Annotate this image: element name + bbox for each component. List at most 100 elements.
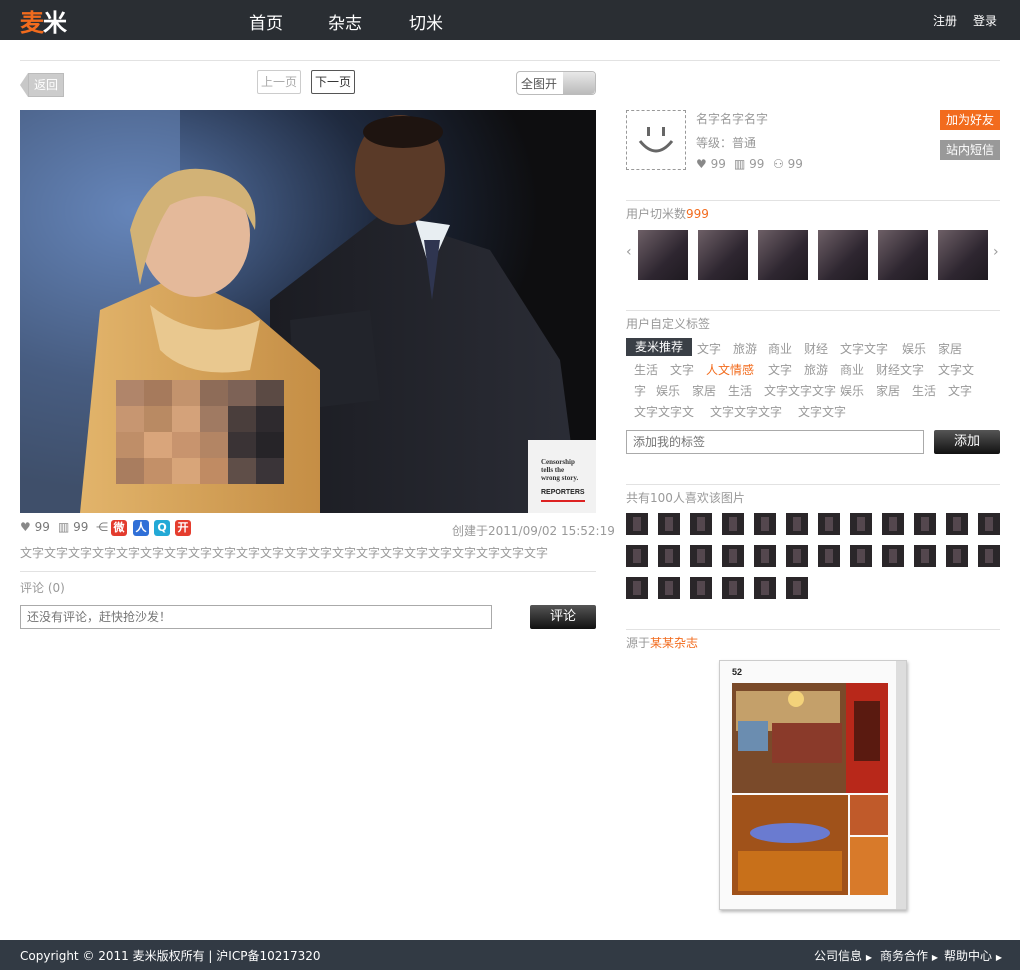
- liker-avatar[interactable]: [978, 513, 1000, 535]
- back-button[interactable]: 返回: [20, 73, 64, 97]
- liker-avatar[interactable]: [818, 513, 840, 535]
- tag[interactable]: 家居: [692, 382, 716, 399]
- tag[interactable]: 财经文字: [876, 361, 924, 378]
- tag[interactable]: 文字: [670, 361, 694, 378]
- user-views: ▥ 99: [734, 157, 764, 171]
- tag[interactable]: 文字文字: [840, 340, 888, 357]
- liker-avatar[interactable]: [786, 577, 808, 599]
- liker-avatar[interactable]: [914, 545, 936, 567]
- smiley-icon: [638, 127, 674, 153]
- register-link[interactable]: 注册: [933, 12, 957, 29]
- tag[interactable]: 字: [634, 382, 646, 399]
- tag[interactable]: 娱乐: [902, 340, 926, 357]
- liker-avatar[interactable]: [626, 577, 648, 599]
- liker-avatar[interactable]: [754, 577, 776, 599]
- liker-avatar[interactable]: [626, 513, 648, 535]
- liker-avatar[interactable]: [882, 513, 904, 535]
- renren-icon[interactable]: 人: [133, 520, 149, 536]
- nav-qiemi[interactable]: 切米: [409, 9, 443, 34]
- liker-avatar[interactable]: [850, 513, 872, 535]
- next-page-button[interactable]: 下一页: [311, 70, 355, 94]
- tag[interactable]: 生活: [634, 361, 658, 378]
- tag[interactable]: 娱乐: [656, 382, 680, 399]
- liker-avatar[interactable]: [850, 545, 872, 567]
- avatar[interactable]: [626, 110, 686, 170]
- liker-avatar[interactable]: [914, 513, 936, 535]
- qq-icon[interactable]: Q: [154, 520, 170, 536]
- magazine-page-thumbnail[interactable]: 52: [719, 660, 907, 910]
- fullscreen-toggle[interactable]: 全图开: [516, 71, 596, 95]
- liker-avatar[interactable]: [690, 545, 712, 567]
- tag[interactable]: 文字: [948, 382, 972, 399]
- tag-active[interactable]: 人文情感: [706, 361, 754, 378]
- liker-avatar[interactable]: [626, 545, 648, 567]
- add-friend-button[interactable]: 加为好友: [940, 110, 1000, 130]
- liker-avatar[interactable]: [658, 545, 680, 567]
- photo-likes[interactable]: ♥ 99: [20, 520, 50, 534]
- liker-avatar[interactable]: [690, 577, 712, 599]
- liker-avatar[interactable]: [754, 513, 776, 535]
- tag[interactable]: 文字文字文字: [710, 403, 782, 420]
- liker-avatar[interactable]: [658, 577, 680, 599]
- prev-page-button[interactable]: 上一页: [257, 70, 301, 94]
- login-link[interactable]: 登录: [973, 12, 997, 29]
- liker-avatar[interactable]: [818, 545, 840, 567]
- tag[interactable]: 文字文字文字: [764, 382, 836, 399]
- tag-featured[interactable]: 麦米推荐: [626, 338, 692, 356]
- liker-avatar[interactable]: [978, 545, 1000, 567]
- qiemi-thumbnail[interactable]: [878, 230, 928, 280]
- tag[interactable]: 生活: [728, 382, 752, 399]
- liker-avatar[interactable]: [946, 545, 968, 567]
- private-message-button[interactable]: 站内短信: [940, 140, 1000, 160]
- footer-link-company[interactable]: 公司信息 ▶: [814, 947, 872, 964]
- tag[interactable]: 家居: [938, 340, 962, 357]
- liker-avatar[interactable]: [690, 513, 712, 535]
- tag[interactable]: 文字文字文: [634, 403, 694, 420]
- photo-description: 文字文字文字文字文字文字文字文字文字文字文字文字文字文字文字文字文字文字文字文字…: [20, 546, 549, 560]
- footer-link-business[interactable]: 商务合作 ▶: [880, 947, 938, 964]
- tag[interactable]: 旅游: [804, 361, 828, 378]
- qiemi-thumbnail[interactable]: [698, 230, 748, 280]
- qiemi-thumbnail[interactable]: [818, 230, 868, 280]
- tag-input[interactable]: [626, 430, 924, 454]
- comment-input[interactable]: [20, 605, 492, 629]
- tag[interactable]: 财经: [804, 340, 828, 357]
- tag[interactable]: 文字: [768, 361, 792, 378]
- weibo-icon[interactable]: 微: [111, 520, 127, 536]
- tag[interactable]: 家居: [876, 382, 900, 399]
- logo[interactable]: 麦米: [20, 3, 67, 38]
- main-photo[interactable]: Censorship tells the wrong story. REPORT…: [20, 110, 596, 513]
- qiemi-thumbnail[interactable]: [938, 230, 988, 280]
- liker-avatar[interactable]: [658, 513, 680, 535]
- liker-avatar[interactable]: [722, 513, 744, 535]
- source-magazine-link[interactable]: 某某杂志: [650, 636, 698, 650]
- tag[interactable]: 商业: [840, 361, 864, 378]
- liker-avatar[interactable]: [882, 545, 904, 567]
- nav-home[interactable]: 首页: [249, 9, 283, 34]
- liker-avatar[interactable]: [786, 513, 808, 535]
- footer-link-help[interactable]: 帮助中心 ▶: [944, 947, 1002, 964]
- carousel-prev-icon[interactable]: ‹: [626, 244, 632, 260]
- qiemi-thumbnail[interactable]: [638, 230, 688, 280]
- tag[interactable]: 文字文字: [798, 403, 846, 420]
- comment-submit-button[interactable]: 评论: [530, 605, 596, 629]
- qiemi-thumbnail[interactable]: [758, 230, 808, 280]
- liker-avatar[interactable]: [722, 577, 744, 599]
- liker-avatar[interactable]: [754, 545, 776, 567]
- user-name[interactable]: 名字名字名字: [696, 110, 768, 127]
- liker-avatar[interactable]: [946, 513, 968, 535]
- add-tag-button[interactable]: 添加: [934, 430, 1000, 454]
- tag[interactable]: 娱乐: [840, 382, 864, 399]
- nav-magazine[interactable]: 杂志: [328, 9, 362, 34]
- tag[interactable]: 旅游: [733, 340, 757, 357]
- share-icon[interactable]: ⋲: [96, 520, 108, 534]
- liker-avatar[interactable]: [786, 545, 808, 567]
- carousel-next-icon[interactable]: ›: [993, 244, 999, 260]
- liker-avatar[interactable]: [722, 545, 744, 567]
- tag[interactable]: 文字: [697, 340, 721, 357]
- tag[interactable]: 商业: [768, 340, 792, 357]
- kaixin-icon[interactable]: 开: [175, 520, 191, 536]
- tag[interactable]: 生活: [912, 382, 936, 399]
- tag[interactable]: 文字文: [938, 361, 974, 378]
- divider: [20, 60, 1000, 61]
